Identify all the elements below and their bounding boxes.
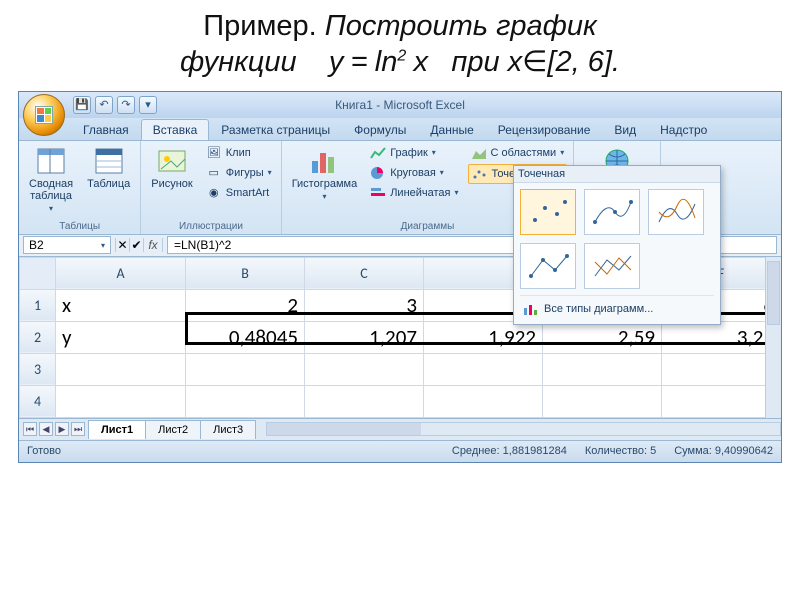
table-button[interactable]: Таблица (83, 144, 134, 192)
status-ready: Готово (27, 445, 61, 457)
bar-chart-button[interactable]: Линейчатая ▾ (367, 184, 461, 202)
tab-insert[interactable]: Вставка (141, 119, 210, 140)
col-A[interactable]: A (56, 257, 186, 289)
name-box[interactable]: B2▾ (23, 236, 111, 254)
qat-customize[interactable]: ▾ (139, 96, 157, 114)
cell-F2[interactable]: 3,21 (662, 321, 781, 353)
scatter-dropdown: Точечная Все типы диаграмм... (513, 165, 721, 325)
tab-page-layout[interactable]: Разметка страницы (209, 119, 342, 140)
enter-formula[interactable]: ✔ (129, 238, 143, 252)
sheet-prev[interactable]: ◀ (39, 422, 53, 436)
sheet-tab-bar: ⏮ ◀ ▶ ⏭ Лист1 Лист2 Лист3 (19, 418, 781, 440)
tab-review[interactable]: Рецензирование (486, 119, 603, 140)
cell-C1[interactable]: 3 (305, 289, 424, 321)
row-2[interactable]: 2 (20, 321, 56, 353)
group-illustrations: Рисунок 🖼Клип ▭Фигуры ▾ ◉SmartArt Иллюст… (141, 141, 281, 234)
cell-A1[interactable]: x (56, 289, 186, 321)
column-chart-button[interactable]: Гистограмма▾ (288, 144, 362, 203)
cell-A3[interactable] (56, 353, 186, 385)
smartart-icon: ◉ (206, 185, 222, 201)
title-bar: 💾 ↶ ↷ ▾ Книга1 - Microsoft Excel (19, 92, 781, 118)
group-tables: Сводная таблица▾ Таблица Таблицы (19, 141, 141, 234)
scatter-markers-only[interactable] (520, 189, 576, 235)
scatter-straight-markers[interactable] (520, 243, 576, 289)
qat-undo[interactable]: ↶ (95, 96, 113, 114)
scatter-smooth-markers[interactable] (584, 189, 640, 235)
area-chart-button[interactable]: С областями ▾ (468, 144, 568, 162)
area-chart-icon (471, 145, 487, 161)
row-4[interactable]: 4 (20, 385, 56, 417)
vertical-scrollbar[interactable] (765, 257, 781, 418)
column-chart-icon (308, 146, 340, 176)
all-chart-types[interactable]: Все типы диаграмм... (520, 295, 714, 322)
quick-access-toolbar: 💾 ↶ ↷ ▾ (73, 96, 157, 114)
smartart-button[interactable]: ◉SmartArt (203, 184, 275, 202)
ribbon-tabs: Главная Вставка Разметка страницы Формул… (19, 118, 781, 141)
shapes-icon: ▭ (206, 165, 222, 181)
group-tables-title: Таблицы (25, 220, 134, 232)
col-C[interactable]: C (305, 257, 424, 289)
cell-B2[interactable]: 0,48045 (186, 321, 305, 353)
tab-formulas[interactable]: Формулы (342, 119, 418, 140)
cancel-formula[interactable]: ✕ (115, 238, 129, 252)
line-chart-button[interactable]: График ▾ (367, 144, 461, 162)
sheet-next[interactable]: ▶ (55, 422, 69, 436)
bar-chart-icon (370, 185, 386, 201)
cell-A4[interactable] (56, 385, 186, 417)
shapes-button[interactable]: ▭Фигуры ▾ (203, 164, 275, 182)
cell-D2[interactable]: 1,922 (424, 321, 543, 353)
scatter-chart-icon (472, 166, 488, 182)
tab-data[interactable]: Данные (418, 119, 485, 140)
tab-home[interactable]: Главная (71, 119, 141, 140)
slide-caption: Пример. Построить график функции y = ln2… (0, 0, 800, 87)
cell-B1[interactable]: 2 (186, 289, 305, 321)
caption-at: при x (451, 46, 522, 78)
caption-func: функции (180, 46, 297, 78)
row-3[interactable]: 3 (20, 353, 56, 385)
sheet-tab-2[interactable]: Лист2 (145, 420, 201, 439)
sheet-last[interactable]: ⏭ (71, 422, 85, 436)
cell-C2[interactable]: 1,207 (305, 321, 424, 353)
pivot-icon (35, 146, 67, 176)
status-average: Среднее: 1,881981284 (452, 445, 567, 457)
cell-A2[interactable]: y (56, 321, 186, 353)
sheet-tab-1[interactable]: Лист1 (88, 420, 146, 439)
tab-addins[interactable]: Надстро (648, 119, 719, 140)
horizontal-scrollbar[interactable] (266, 422, 781, 436)
pivot-table-button[interactable]: Сводная таблица▾ (25, 144, 77, 215)
all-charts-icon (522, 301, 538, 317)
caption-prefix: Пример. (203, 10, 316, 42)
picture-icon (156, 146, 188, 176)
sheet-first[interactable]: ⏮ (23, 422, 37, 436)
formula: y = ln2 x (329, 46, 435, 78)
tab-view[interactable]: Вид (602, 119, 648, 140)
pie-chart-button[interactable]: Круговая ▾ (367, 164, 461, 182)
excel-window: 💾 ↶ ↷ ▾ Книга1 - Microsoft Excel Главная… (18, 91, 782, 463)
scatter-smooth-lines[interactable] (648, 189, 704, 235)
qat-save[interactable]: 💾 (73, 96, 91, 114)
office-button[interactable] (23, 94, 65, 136)
row-1[interactable]: 1 (20, 289, 56, 321)
ribbon: Сводная таблица▾ Таблица Таблицы Рисунок… (19, 141, 781, 235)
clip-icon: 🖼 (206, 145, 222, 161)
group-illus-title: Иллюстрации (147, 220, 274, 232)
qat-redo[interactable]: ↷ (117, 96, 135, 114)
select-all-corner[interactable] (20, 257, 56, 289)
caption-line1: Построить график (325, 10, 597, 42)
clip-button[interactable]: 🖼Клип (203, 144, 275, 162)
col-B[interactable]: B (186, 257, 305, 289)
status-count: Количество: 5 (585, 445, 656, 457)
picture-button[interactable]: Рисунок (147, 144, 197, 192)
table-icon (93, 146, 125, 176)
cell-E2[interactable]: 2,59 (543, 321, 662, 353)
sheet-tab-3[interactable]: Лист3 (200, 420, 256, 439)
status-bar: Готово Среднее: 1,881981284 Количество: … (19, 440, 781, 462)
pie-chart-icon (370, 165, 386, 181)
fx-button[interactable]: fx (143, 238, 163, 252)
status-sum: Сумма: 9,40990642 (674, 445, 773, 457)
line-chart-icon (370, 145, 386, 161)
scatter-dropdown-header: Точечная (514, 166, 720, 183)
sheet-nav: ⏮ ◀ ▶ ⏭ (19, 422, 89, 436)
scatter-straight-lines[interactable] (584, 243, 640, 289)
